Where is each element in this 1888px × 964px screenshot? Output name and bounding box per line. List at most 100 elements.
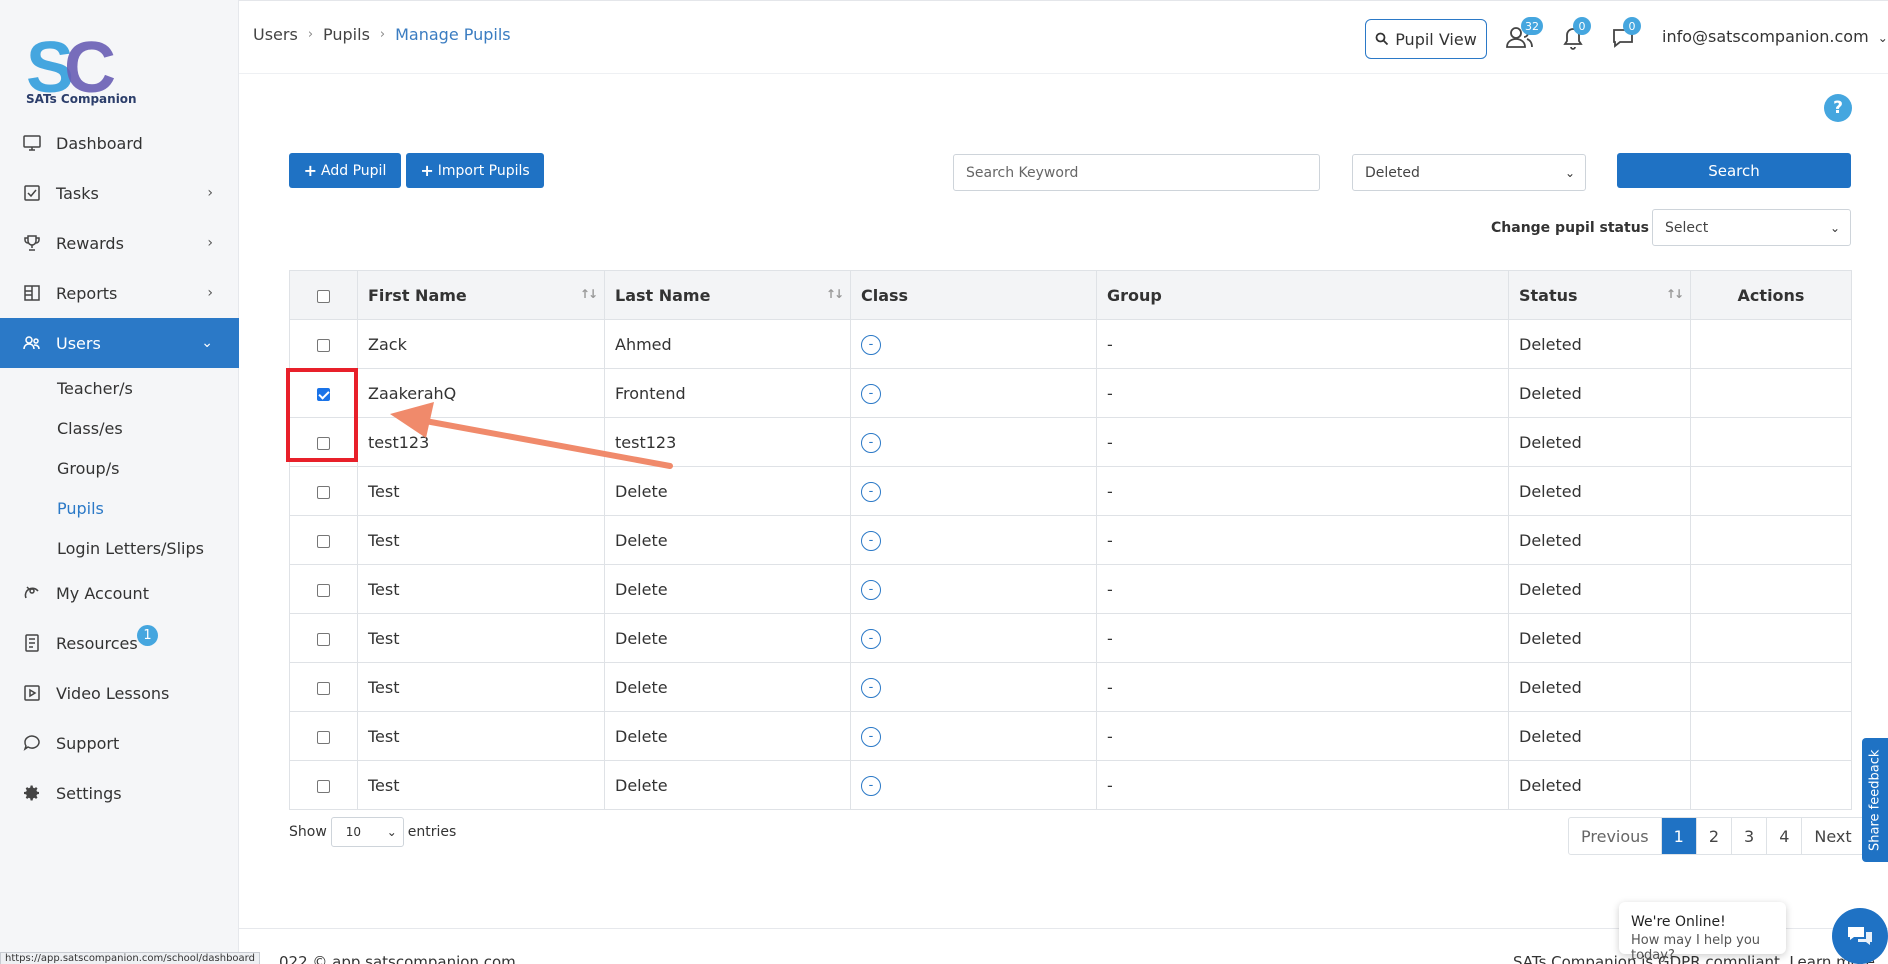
footer-copyright: 022 © app.satscompanion.com [279,953,516,964]
sidebar-subitem-teachers[interactable]: Teacher/s [0,368,239,408]
pagination-page[interactable]: 4 [1766,818,1801,854]
sidebar-item-rewards[interactable]: Rewards › [0,218,239,268]
row-checkbox[interactable] [317,534,330,548]
class-cell: - [850,466,1097,516]
chevron-down-icon: ⌄ [1877,31,1888,45]
column-header-last-name[interactable]: Last Name ↑↓ [604,270,851,320]
breadcrumb-pupils[interactable]: Pupils [323,25,370,44]
class-cell: - [850,564,1097,614]
group-cell: - [1096,417,1509,467]
actions-cell [1690,711,1852,761]
pagination-page[interactable]: 2 [1695,818,1731,854]
gear-icon [24,785,39,801]
user-menu[interactable]: info@satscompanion.com ⌄ [1662,27,1888,46]
first-name-cell: Test [357,613,605,663]
class-indicator-icon[interactable]: - [861,677,881,698]
sidebar-item-my-account[interactable]: My Account [0,568,239,618]
class-indicator-icon[interactable]: - [861,383,881,404]
chat-greeting-bubble[interactable]: We're Online! How may I help you today? [1619,902,1786,963]
pupil-view-button[interactable]: Pupil View [1365,19,1487,59]
users-notification[interactable]: 32 [1505,17,1543,53]
sidebar-subitem-groups[interactable]: Group/s [0,448,239,488]
table-body: Zack Ahmed - - Deleted ZaakerahQ Frontend - - Del… [289,319,1852,810]
chat-launcher-button[interactable] [1832,908,1888,964]
row-checkbox[interactable] [317,632,330,646]
class-cell: - [850,613,1097,663]
book-icon [25,634,39,652]
sidebar-subitem-login-letters[interactable]: Login Letters/Slips [0,528,239,568]
arrow-annotation [390,402,673,469]
class-indicator-icon[interactable]: - [861,775,881,796]
breadcrumb-manage-pupils: Manage Pupils [395,25,511,44]
pagination-previous[interactable]: Previous [1569,818,1661,854]
import-pupils-label: Import Pupils [437,162,530,179]
pagination-page[interactable]: 3 [1731,818,1766,854]
column-header-actions: Actions [1690,270,1852,320]
breadcrumb-users[interactable]: Users [253,25,298,44]
class-indicator-icon[interactable]: - [861,628,881,649]
table-row: Test Delete - - Deleted [289,613,1852,663]
status-cell: Deleted [1508,466,1691,516]
sidebar-item-tasks[interactable]: Tasks › [0,168,239,218]
select-all-checkbox[interactable] [317,289,330,303]
class-cell: - [850,515,1097,565]
row-checkbox[interactable] [317,485,330,499]
share-feedback-tab[interactable]: Share feedback [1862,738,1888,862]
sidebar-item-label: Rewards [56,233,124,253]
status-bar-url: https://app.satscompanion.com/school/das… [0,952,260,964]
plus-icon: + [303,161,318,180]
class-indicator-icon[interactable]: - [861,530,881,551]
account-icon [24,586,39,599]
search-button[interactable]: Search [1617,153,1851,188]
status-cell: Deleted [1508,515,1691,565]
last-name-cell: Ahmed [604,319,851,369]
status-filter-select[interactable]: Deleted ⌄ [1352,154,1586,191]
table-row: Test Delete - - Deleted [289,711,1852,761]
class-indicator-icon[interactable]: - [861,726,881,747]
column-header-status[interactable]: Status ↑↓ [1508,270,1691,320]
sidebar-subitem-classes[interactable]: Class/es [0,408,239,448]
messages-button[interactable]: 0 [1611,17,1641,53]
sidebar-item-video-lessons[interactable]: Video Lessons [0,668,239,718]
class-indicator-icon[interactable]: - [861,579,881,600]
add-pupil-button[interactable]: + Add Pupil [289,153,401,188]
group-cell: - [1096,515,1509,565]
first-name-cell: Test [357,662,605,712]
help-button[interactable]: ? [1824,94,1852,122]
row-checkbox[interactable] [317,681,330,695]
import-pupils-button[interactable]: + Import Pupils [406,153,544,188]
column-header-first-name[interactable]: First Name ↑↓ [357,270,605,320]
chat-title: We're Online! [1631,914,1726,930]
sidebar-item-settings[interactable]: Settings [0,768,239,818]
pupil-view-label: Pupil View [1395,29,1477,49]
sidebar-item-support[interactable]: Support [0,718,239,768]
pagination-page[interactable]: 1 [1660,818,1696,854]
table-row: Test Delete - - Deleted [289,564,1852,614]
sidebar-item-dashboard[interactable]: Dashboard [0,118,239,168]
notifications-bell[interactable]: 0 [1561,17,1591,53]
entries-select[interactable]: 10 ⌄ [330,817,404,847]
column-header-class: Class [850,270,1097,320]
class-indicator-icon[interactable]: - [861,432,881,453]
change-status-select[interactable]: Select ⌄ [1652,209,1851,246]
row-checkbox[interactable] [317,779,330,793]
row-checkbox[interactable] [317,583,330,597]
sidebar-item-resources[interactable]: Resources 1 [0,618,239,668]
last-name-cell: Delete [604,711,851,761]
sidebar-subitem-pupils[interactable]: Pupils [0,488,239,528]
select-all-cell [289,270,358,320]
pagination-next[interactable]: Next [1801,818,1863,854]
search-input[interactable]: Search Keyword [953,154,1320,191]
class-cell: - [850,662,1097,712]
class-cell: - [850,368,1097,418]
row-checkbox[interactable] [317,730,330,744]
class-indicator-icon[interactable]: - [861,334,881,355]
sidebar-item-users[interactable]: Users ⌄ [0,318,239,368]
chevron-down-icon: ⌄ [1564,165,1575,180]
row-checkbox[interactable] [317,338,330,352]
actions-cell [1690,319,1852,369]
class-indicator-icon[interactable]: - [861,481,881,502]
user-email: info@satscompanion.com [1662,27,1869,46]
sidebar-item-reports[interactable]: Reports › [0,268,239,318]
chevron-right-icon: › [207,285,213,301]
